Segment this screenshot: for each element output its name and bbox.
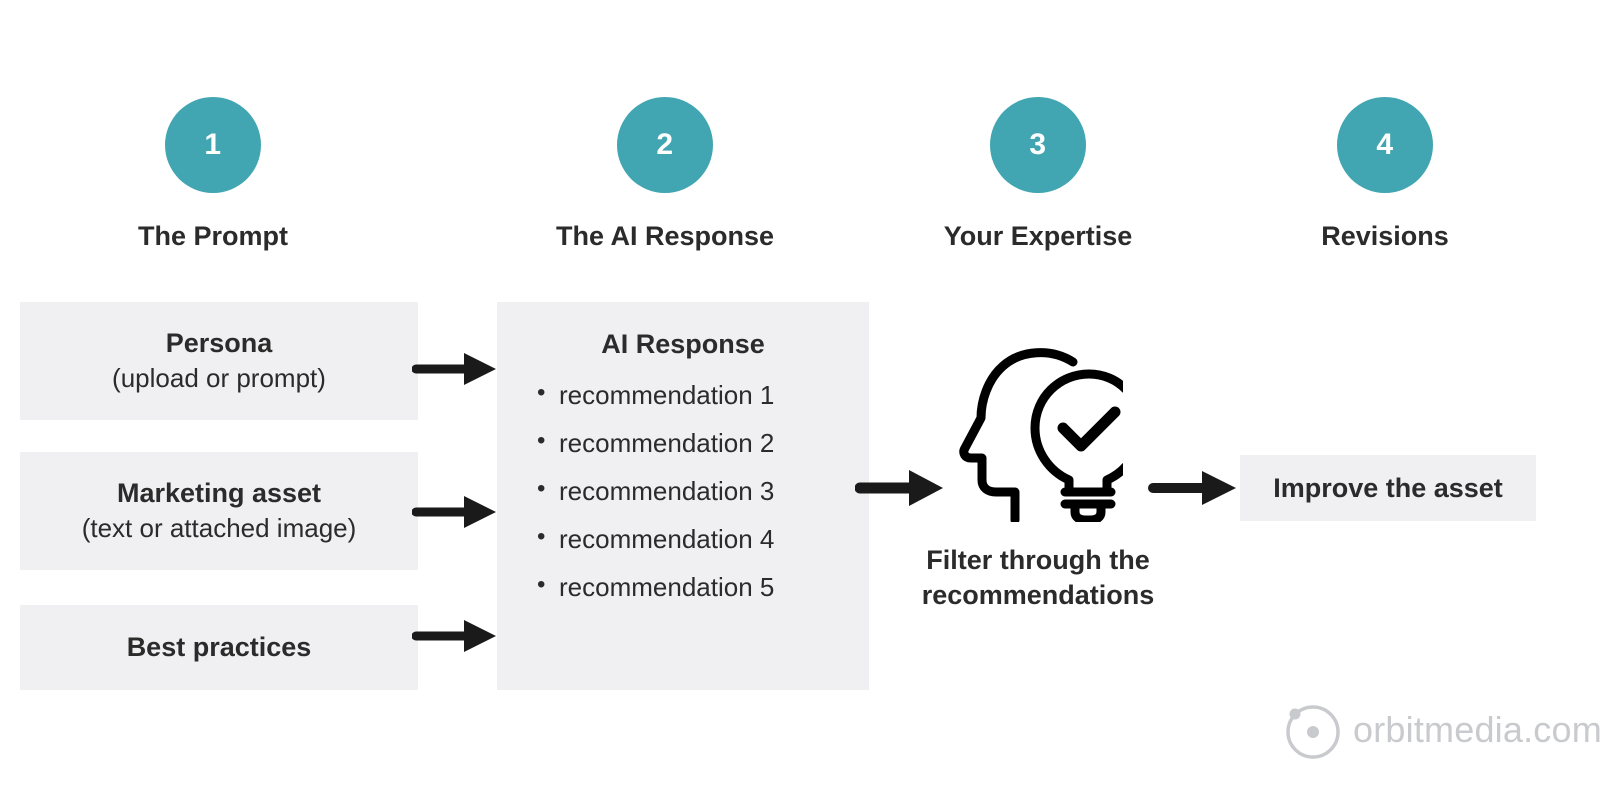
prompt-input-marketing-asset: Marketing asset (text or attached image) <box>20 452 418 570</box>
prompt-input-best-practices-title: Best practices <box>126 632 312 663</box>
prompt-input-marketing-asset-subtitle: (text or attached image) <box>81 513 357 544</box>
arrow-persona-to-ai <box>412 353 496 385</box>
step-circle-1: 1 <box>165 97 261 193</box>
arrow-marketing-asset-to-ai <box>412 496 496 528</box>
step-circle-4: 4 <box>1337 97 1433 193</box>
list-item: recommendation 2 <box>537 419 774 467</box>
step-label-2: The AI Response <box>555 221 775 251</box>
step-label-3: Your Expertise <box>943 221 1133 251</box>
arrow-expertise-to-outcome <box>1148 471 1236 505</box>
expertise-caption: Filter through the recommendations <box>922 543 1155 612</box>
list-item: recommendation 4 <box>537 515 774 563</box>
step-number-4: 4 <box>1376 128 1394 161</box>
orbitmedia-logo: orbitmedia.com <box>1283 700 1600 760</box>
prompt-input-best-practices: Best practices <box>20 605 418 690</box>
prompt-input-persona: Persona (upload or prompt) <box>20 302 418 420</box>
prompt-input-marketing-asset-title: Marketing asset <box>116 478 322 509</box>
step-circle-2: 2 <box>617 97 713 193</box>
orbit-icon <box>1286 705 1340 759</box>
step-number-1: 1 <box>204 128 222 161</box>
step-label-4: Revisions <box>1321 221 1449 251</box>
arrow-ai-to-expertise <box>855 470 943 506</box>
expertise-caption-line1: Filter through the <box>926 545 1150 575</box>
prompt-input-persona-title: Persona <box>165 328 273 359</box>
step-number-3: 3 <box>1029 128 1047 161</box>
head-with-lightbulb-check-icon <box>959 348 1123 522</box>
orbitmedia-logo-text: orbitmedia.com <box>1353 709 1600 750</box>
step-label-1: The Prompt <box>137 221 289 251</box>
diagram-canvas: 1 The Prompt 2 The AI Response 3 Your Ex… <box>0 0 1600 800</box>
list-item: recommendation 1 <box>537 371 774 419</box>
prompt-input-persona-subtitle: (upload or prompt) <box>112 363 326 394</box>
arrow-best-practices-to-ai <box>412 620 496 652</box>
ai-response-title: AI Response <box>601 329 765 359</box>
list-item: recommendation 5 <box>537 563 774 611</box>
ai-recommendation-list: recommendation 1 recommendation 2 recomm… <box>497 371 774 611</box>
step-circle-3: 3 <box>990 97 1086 193</box>
expertise-caption-line2: recommendations <box>921 579 1155 610</box>
outcome-label: Improve the asset <box>1273 472 1503 503</box>
step-number-2: 2 <box>656 128 674 161</box>
ai-response-box: AI Response recommendation 1 recommendat… <box>497 302 869 690</box>
list-item: recommendation 3 <box>537 467 774 515</box>
outcome-improve-the-asset: Improve the asset <box>1240 455 1536 521</box>
